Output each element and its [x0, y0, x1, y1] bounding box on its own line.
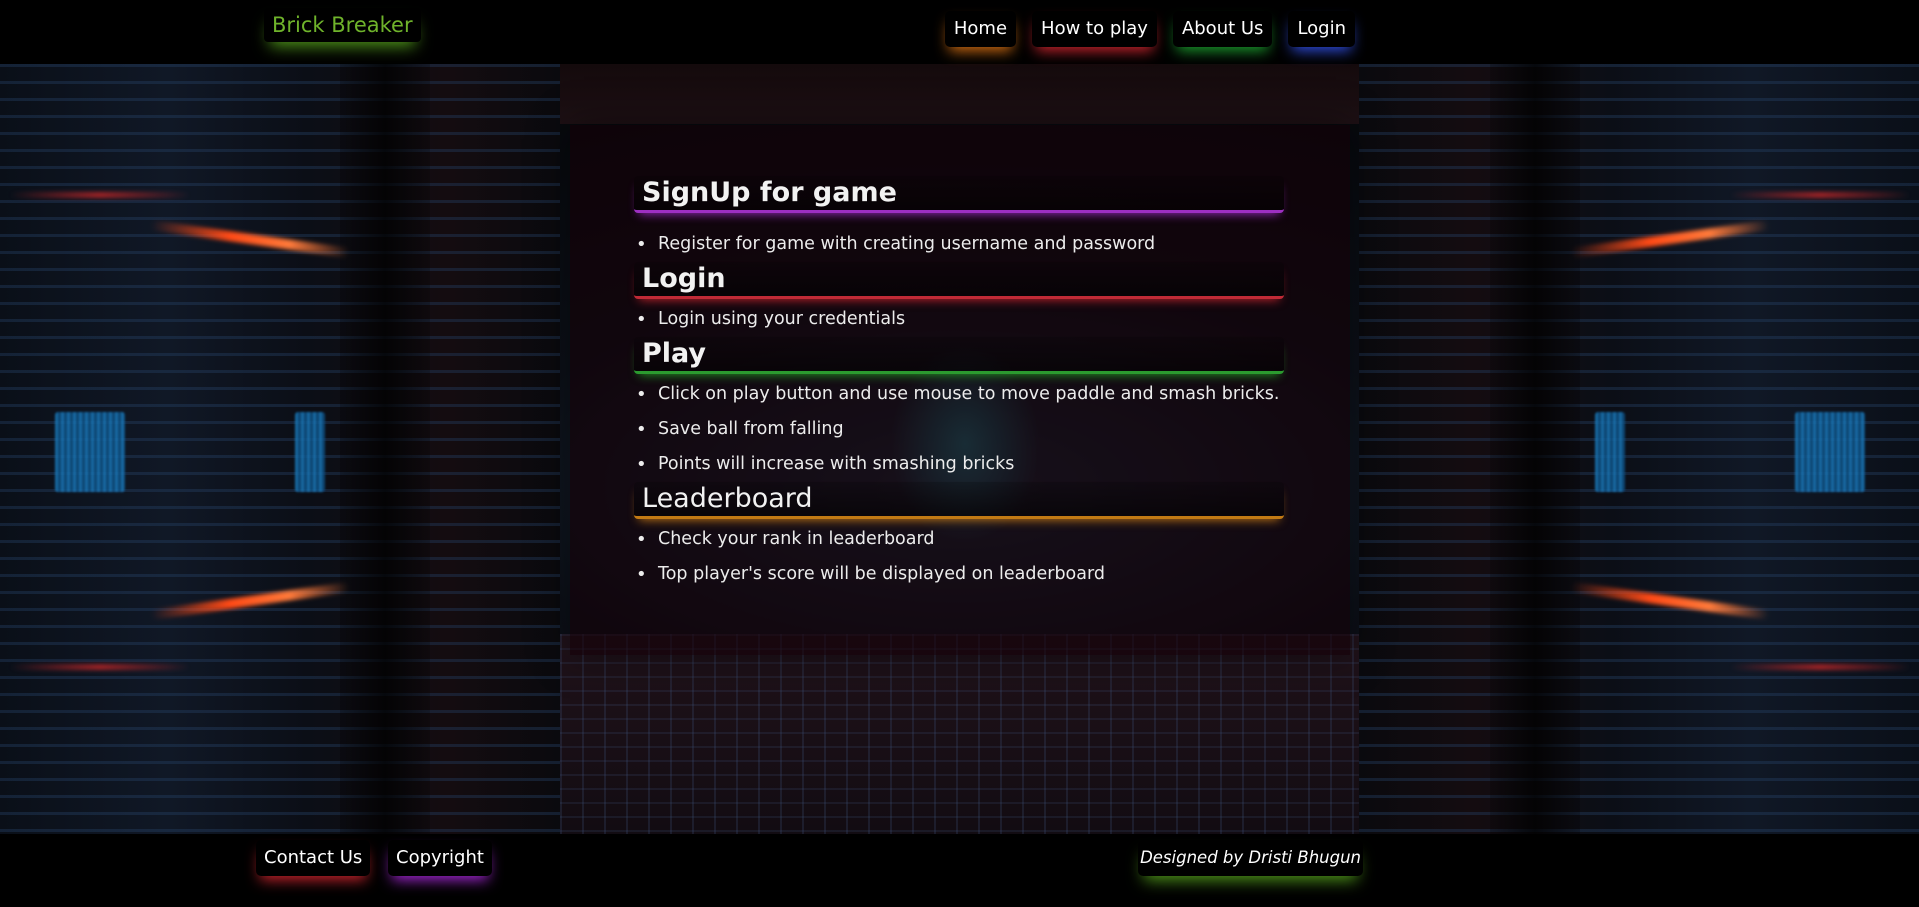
contact-us-link[interactable]: Contact Us [256, 840, 370, 876]
nav-login[interactable]: Login [1288, 11, 1355, 47]
list-item: Click on play button and use mouse to mo… [634, 377, 1284, 412]
signup-list: Register for game with creating username… [634, 227, 1284, 262]
copyright-link[interactable]: Copyright [388, 840, 492, 876]
blue-panel [295, 412, 325, 492]
main-nav: Home How to play About Us Login [945, 11, 1355, 47]
section-title-signup: SignUp for game [634, 176, 1284, 213]
left-pillar [340, 64, 430, 834]
light-streak [1730, 664, 1910, 670]
login-list: Login using your credentials [634, 302, 1284, 337]
light-streak [10, 192, 190, 198]
tunnel-floor [560, 634, 1360, 834]
nav-about-us[interactable]: About Us [1173, 11, 1273, 47]
list-item: Points will increase with smashing brick… [634, 447, 1284, 482]
blue-panel [1795, 412, 1865, 492]
list-item: Save ball from falling [634, 412, 1284, 447]
leaderboard-list: Check your rank in leaderboard Top playe… [634, 522, 1284, 592]
right-pillar [1490, 64, 1580, 834]
tunnel-ceiling [560, 64, 1360, 124]
site-header: Brick Breaker Home How to play About Us … [0, 0, 1919, 64]
site-logo[interactable]: Brick Breaker [264, 8, 421, 42]
nav-how-to-play[interactable]: How to play [1032, 11, 1157, 47]
blue-panel [55, 412, 125, 492]
section-title-login: Login [634, 262, 1284, 299]
list-item: Login using your credentials [634, 302, 1284, 337]
blue-panel [1595, 412, 1625, 492]
light-streak [10, 664, 190, 670]
section-title-play: Play [634, 337, 1284, 374]
section-title-leaderboard: Leaderboard [634, 482, 1284, 519]
light-streak [1730, 192, 1910, 198]
play-list: Click on play button and use mouse to mo… [634, 377, 1284, 482]
list-item: Check your rank in leaderboard [634, 522, 1284, 557]
list-item: Register for game with creating username… [634, 227, 1284, 262]
designed-by-text: Designed by Dristi Bhugun [1138, 840, 1363, 876]
how-to-play-content: SignUp for game Register for game with c… [634, 176, 1284, 592]
list-item: Top player's score will be displayed on … [634, 557, 1284, 592]
nav-home[interactable]: Home [945, 11, 1016, 47]
site-footer: Contact Us Copyright Designed by Dristi … [0, 834, 1919, 907]
